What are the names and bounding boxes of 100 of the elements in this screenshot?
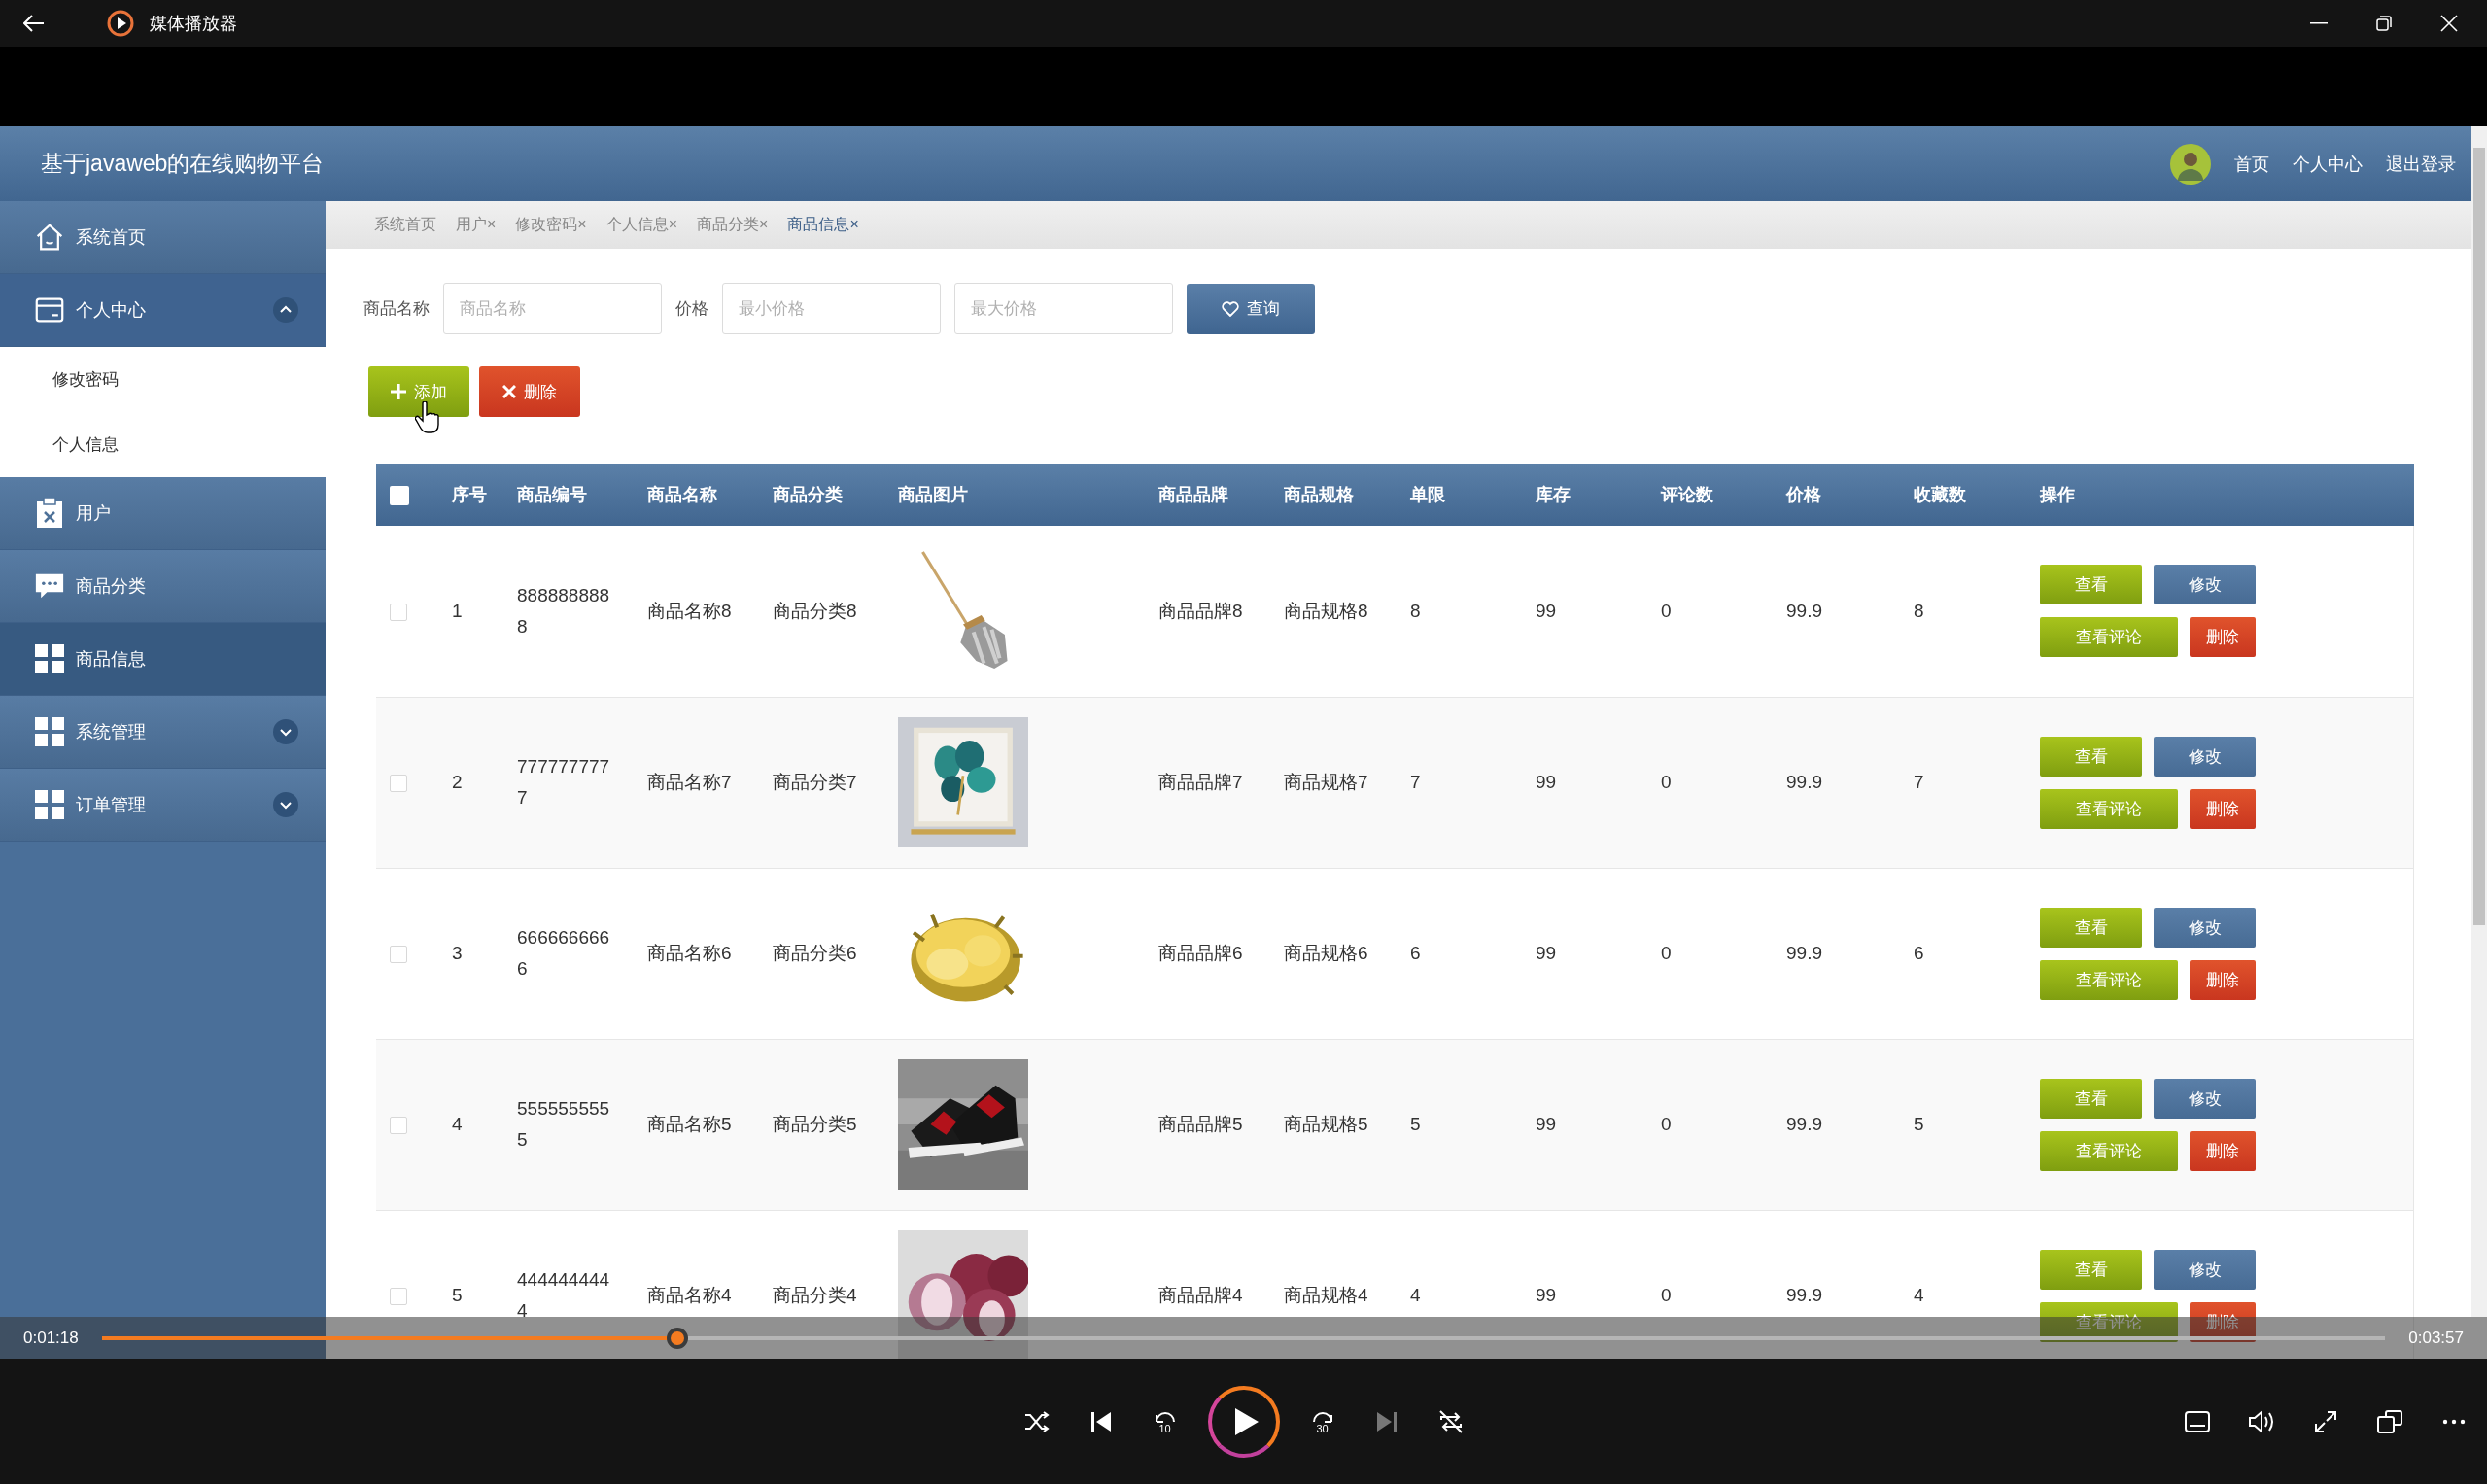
subtitles-icon xyxy=(2185,1410,2210,1432)
window-title: 媒体播放器 xyxy=(150,13,237,35)
minimize-icon[interactable] xyxy=(2310,22,2328,24)
input-field[interactable]: 最大价格 xyxy=(954,283,1173,334)
view-button[interactable]: 查看评论 xyxy=(2040,617,2178,658)
restore-icon[interactable] xyxy=(2376,16,2392,31)
tab[interactable]: 商品信息× xyxy=(787,215,859,235)
column-header: 商品名称 xyxy=(647,485,717,504)
input-field[interactable]: 最小价格 xyxy=(722,283,941,334)
delete-button[interactable]: 删除 xyxy=(479,366,580,417)
table-cell: 商品规格5 xyxy=(1284,1114,1368,1134)
checkbox[interactable] xyxy=(390,603,407,621)
more-icon xyxy=(2442,1418,2466,1425)
delete-button[interactable]: 删除 xyxy=(2190,1130,2256,1171)
nav-link[interactable]: 退出登录 xyxy=(2386,152,2456,176)
sidebar-item[interactable]: 订单管理 xyxy=(0,769,326,842)
submenu-item[interactable]: 修改密码 xyxy=(0,347,326,412)
tab[interactable]: 商品分类× xyxy=(697,215,769,235)
sidebar-item[interactable]: 商品分类 xyxy=(0,550,326,623)
table-cell: 商品名称4 xyxy=(647,1285,732,1305)
view-button[interactable]: 查看 xyxy=(2040,907,2142,948)
edit-button[interactable]: 修改 xyxy=(2154,736,2256,777)
tab[interactable]: 个人信息× xyxy=(605,215,678,235)
chevron-down-icon xyxy=(273,719,298,744)
grid-icon xyxy=(35,790,64,819)
checkbox[interactable] xyxy=(390,946,407,963)
table-cell: 商品分类7 xyxy=(773,772,857,792)
column-header: 价格 xyxy=(1786,485,1821,504)
chat-bubble-icon xyxy=(35,571,64,601)
table-cell: 99 xyxy=(1536,600,1557,621)
table-cell: 5 xyxy=(1914,1114,1924,1134)
table-cell: 99 xyxy=(1536,1285,1557,1305)
edit-button[interactable]: 修改 xyxy=(2154,1078,2256,1119)
card-icon xyxy=(35,295,64,325)
delete-button[interactable]: 删除 xyxy=(2190,959,2256,1000)
sidebar-item[interactable]: 系统管理 xyxy=(0,696,326,769)
scrollbar[interactable] xyxy=(2471,126,2487,1317)
sidebar-item[interactable]: 系统首页 xyxy=(0,201,326,274)
sidebar-item[interactable]: 个人中心 xyxy=(0,274,326,347)
table-cell: 商品分类8 xyxy=(773,600,857,621)
view-button[interactable]: 查看评论 xyxy=(2040,788,2178,829)
table-cell-text: 6666666666 xyxy=(517,926,611,981)
table-cell: 商品品牌8 xyxy=(1158,600,1243,621)
checkbox[interactable] xyxy=(390,1288,407,1305)
table-cell: 0 xyxy=(1661,1114,1672,1134)
column-header: 商品规格 xyxy=(1284,485,1354,504)
forward-button[interactable]: 30 xyxy=(1300,1399,1344,1443)
column-header: 库存 xyxy=(1536,485,1571,504)
tab[interactable]: 修改密码× xyxy=(515,215,587,235)
view-button[interactable]: 查看评论 xyxy=(2040,1130,2178,1171)
close-icon[interactable] xyxy=(2440,15,2458,32)
column-header: 商品编号 xyxy=(517,485,587,504)
table-cell: 5 xyxy=(1410,1114,1421,1134)
table-cell: 1 xyxy=(452,600,463,621)
table-cell: 商品规格7 xyxy=(1284,772,1368,792)
table-cell: 99.9 xyxy=(1786,600,1822,621)
table-cell-text: 7777777777 xyxy=(517,755,611,810)
add-button[interactable]: 添加 xyxy=(368,366,469,417)
view-button[interactable]: 查看 xyxy=(2040,1249,2142,1290)
rewind-button[interactable]: 10 xyxy=(1143,1399,1187,1443)
submenu-item[interactable]: 个人信息 xyxy=(0,412,326,477)
nav-link[interactable]: 个人中心 xyxy=(2293,152,2363,176)
table-cell: 99 xyxy=(1536,772,1557,792)
checkbox[interactable] xyxy=(390,775,407,792)
table-cell: 99.9 xyxy=(1786,943,1822,963)
search-button[interactable]: 查询 xyxy=(1187,283,1315,334)
sidebar-item[interactable]: 用户 xyxy=(0,477,326,550)
sidebar-item[interactable]: 商品信息 xyxy=(0,623,326,696)
edit-button[interactable]: 修改 xyxy=(2154,565,2256,605)
column-header: 商品分类 xyxy=(773,485,843,504)
table-cell: 商品名称5 xyxy=(647,1114,732,1134)
play-button[interactable] xyxy=(1207,1385,1280,1458)
tab[interactable]: 用户× xyxy=(456,215,497,235)
edit-button[interactable]: 修改 xyxy=(2154,1249,2256,1290)
table-cell: 99.9 xyxy=(1786,1114,1822,1134)
tab[interactable]: 系统首页 xyxy=(374,215,436,235)
view-button[interactable]: 查看 xyxy=(2040,565,2142,605)
table-cell: 商品名称7 xyxy=(647,772,732,792)
avatar-icon[interactable] xyxy=(2170,143,2211,185)
fullscreen-icon xyxy=(2314,1409,2337,1433)
heart-icon xyxy=(1222,300,1239,317)
checkbox[interactable] xyxy=(390,1117,407,1134)
view-button[interactable]: 查看 xyxy=(2040,736,2142,777)
edit-button[interactable]: 修改 xyxy=(2154,907,2256,948)
delete-button[interactable]: 删除 xyxy=(2190,617,2256,658)
table-cell: 3 xyxy=(452,943,463,963)
view-button[interactable]: 查看评论 xyxy=(2040,959,2178,1000)
input-field[interactable]: 商品名称 xyxy=(443,283,662,334)
nav-link[interactable]: 首页 xyxy=(2234,152,2269,176)
back-arrow-icon[interactable] xyxy=(23,15,45,32)
delete-button[interactable]: 删除 xyxy=(2190,1301,2256,1342)
view-button[interactable]: 查看 xyxy=(2040,1078,2142,1119)
checkbox[interactable] xyxy=(390,485,409,505)
previous-icon xyxy=(1089,1410,1112,1432)
table-cell: 商品品牌6 xyxy=(1158,943,1243,963)
column-header: 操作 xyxy=(2040,485,2075,504)
delete-button[interactable]: 删除 xyxy=(2190,788,2256,829)
table-cell: 0 xyxy=(1661,1285,1672,1305)
scrollbar-thumb[interactable] xyxy=(2473,148,2485,925)
table-cell: 4 xyxy=(452,1114,463,1134)
